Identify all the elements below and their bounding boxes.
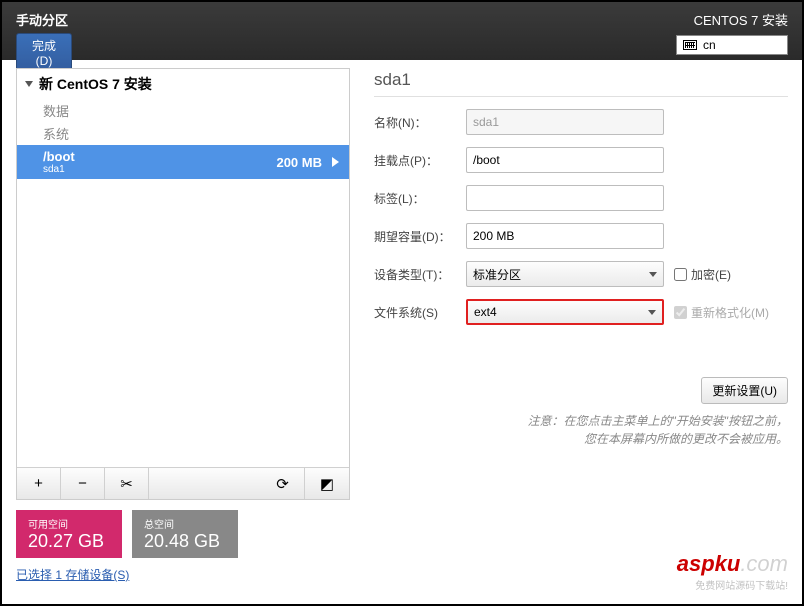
encrypt-checkbox[interactable]: 加密(E) (674, 266, 731, 283)
fs-label: 文件系统(S) (374, 304, 466, 321)
remove-partition-button[interactable]: − (61, 468, 105, 499)
reformat-input (674, 306, 687, 319)
toolbar-spacer (149, 468, 261, 499)
devtype-label: 设备类型(T)： (374, 266, 466, 283)
update-settings-button[interactable]: 更新设置(U) (701, 377, 788, 404)
label-field[interactable] (466, 185, 664, 211)
available-space-label: 可用空间 (28, 516, 110, 531)
storage-devices-link[interactable]: 已选择 1 存储设备(S) (16, 566, 129, 583)
partition-tree-panel: 新 CentOS 7 安装 数据 系统 /boot sda1 200 MB + … (16, 68, 350, 500)
devtype-value: 标准分区 (473, 266, 521, 283)
page-title: 手动分区 (16, 10, 72, 29)
chevron-down-icon (648, 310, 656, 315)
reload-button[interactable]: ⟳ (261, 468, 305, 499)
keyboard-icon (683, 40, 697, 50)
brand-label: CENTOS 7 安装 (694, 10, 788, 29)
tools-button[interactable]: ✂ (105, 468, 149, 499)
done-button[interactable]: 完成(D) (16, 33, 72, 72)
add-partition-button[interactable]: + (17, 468, 61, 499)
details-panel: sda1 名称(N)： 挂载点(P)： 标签(L)： 期望容量(D)： 设备类型… (350, 68, 788, 500)
header: 手动分区 完成(D) CENTOS 7 安装 cn (2, 2, 802, 60)
reformat-label: 重新格式化(M) (691, 304, 769, 321)
tree-item-size: 200 MB (276, 155, 322, 170)
chevron-right-icon (332, 157, 339, 167)
tree-root[interactable]: 新 CentOS 7 安装 (17, 69, 349, 99)
mount-label: 挂载点(P)： (374, 152, 466, 169)
tree-item-mount: /boot (43, 149, 276, 164)
reformat-checkbox: 重新格式化(M) (674, 304, 769, 321)
total-space-box: 总空间 20.48 GB (132, 510, 238, 558)
keyboard-layout-selector[interactable]: cn (676, 35, 788, 55)
expand-icon (25, 81, 33, 87)
total-space-value: 20.48 GB (144, 531, 226, 552)
partition-tree[interactable]: 新 CentOS 7 安装 数据 系统 /boot sda1 200 MB (17, 69, 349, 467)
filesystem-value: ext4 (474, 305, 497, 319)
encrypt-input[interactable] (674, 268, 687, 281)
settings-note: 注意：在您点击主菜单上的"开始安装"按钮之前， 您在本屏幕内所做的更改不会被应用… (527, 412, 788, 448)
label-label: 标签(L)： (374, 190, 466, 207)
partition-toolbar: + − ✂ ⟳ ◩ (17, 467, 349, 499)
encrypt-label: 加密(E) (691, 266, 731, 283)
available-space-box: 可用空间 20.27 GB (16, 510, 122, 558)
total-space-label: 总空间 (144, 516, 226, 531)
tree-item-device: sda1 (43, 164, 276, 175)
capacity-field[interactable] (466, 223, 664, 249)
keyboard-layout-text: cn (703, 38, 716, 52)
tree-group-system[interactable]: 系统 (17, 122, 349, 145)
available-space-value: 20.27 GB (28, 531, 110, 552)
mount-field[interactable] (466, 147, 664, 173)
tree-item-boot[interactable]: /boot sda1 200 MB (17, 145, 349, 179)
name-field (466, 109, 664, 135)
capacity-label: 期望容量(D)： (374, 228, 466, 245)
details-title: sda1 (374, 70, 788, 97)
chevron-down-icon (649, 272, 657, 277)
help-button[interactable]: ◩ (305, 468, 349, 499)
watermark: aspku.com 免费网站源码下载站! (677, 551, 788, 592)
tree-root-label: 新 CentOS 7 安装 (39, 74, 152, 94)
name-label: 名称(N)： (374, 114, 466, 131)
tree-group-data[interactable]: 数据 (17, 99, 349, 122)
filesystem-select[interactable]: ext4 (466, 299, 664, 325)
devtype-select[interactable]: 标准分区 (466, 261, 664, 287)
